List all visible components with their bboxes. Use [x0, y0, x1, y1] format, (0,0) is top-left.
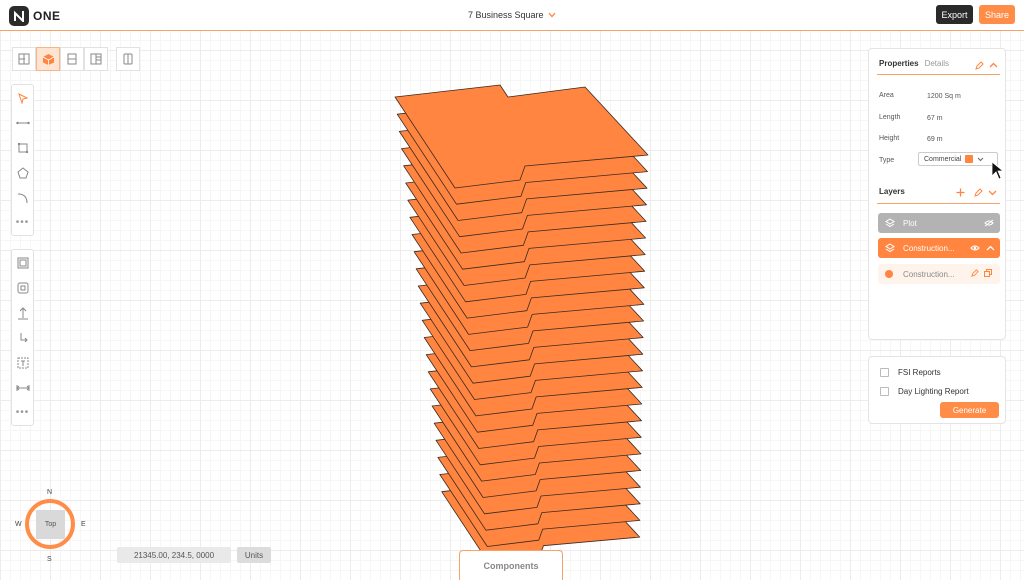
view-compass[interactable]: Top — [22, 496, 78, 552]
compass-west: W — [15, 521, 22, 528]
add-layer-icon[interactable] — [956, 188, 965, 197]
eye-off-icon[interactable] — [984, 219, 994, 227]
layer-label: Construction... — [903, 269, 955, 279]
area-value: 1200 Sq m — [927, 93, 961, 100]
height-label: Height — [879, 135, 900, 142]
edit-icon[interactable] — [975, 61, 984, 70]
layers-icon — [885, 243, 895, 253]
eye-icon[interactable] — [970, 244, 980, 252]
edit-icon[interactable] — [971, 269, 979, 277]
length-label: Length — [879, 114, 901, 121]
type-label: Type — [879, 157, 895, 164]
fsi-label: FSI Reports — [898, 368, 941, 377]
units-button[interactable]: Units — [237, 547, 271, 563]
type-value: Commercial — [924, 155, 962, 163]
chevron-up-icon[interactable] — [989, 62, 998, 68]
top-view-button[interactable]: Top — [36, 510, 65, 539]
fsi-report-option[interactable]: FSI Reports — [880, 368, 941, 377]
daylighting-checkbox[interactable] — [880, 387, 889, 396]
daylighting-label: Day Lighting Report — [898, 387, 969, 396]
layer-item-construction-child[interactable]: Construction... — [878, 264, 1000, 284]
type-color-swatch — [965, 155, 974, 163]
height-value: 69 m — [927, 136, 943, 143]
layer-item-plot[interactable]: Plot — [878, 213, 1000, 233]
reports-panel: FSI Reports Day Lighting Report Generate — [868, 356, 1006, 424]
compass-north: N — [47, 489, 53, 496]
area-label: Area — [879, 92, 894, 99]
layer-item-construction[interactable]: Construction... — [878, 238, 1000, 258]
tab-underline — [877, 74, 1000, 75]
chevron-up-icon[interactable] — [986, 245, 995, 251]
tab-details[interactable]: Details — [925, 59, 949, 68]
length-value: 67 m — [927, 115, 943, 122]
layer-label: Plot — [903, 218, 917, 228]
layer-dot — [885, 270, 893, 278]
generate-button[interactable]: Generate — [940, 402, 999, 418]
layer-label: Construction... — [903, 243, 955, 253]
compass-east: E — [81, 521, 86, 528]
chevron-down-icon[interactable] — [988, 190, 997, 196]
type-select[interactable]: Commercial — [918, 152, 998, 166]
copy-icon[interactable] — [984, 269, 992, 277]
layers-title: Layers — [879, 187, 905, 196]
tab-properties[interactable]: Properties — [879, 59, 919, 68]
layers-underline — [877, 203, 1000, 204]
properties-panel: Properties Details Area 1200 Sq m Length… — [868, 48, 1006, 340]
coordinates-readout: 21345.00, 234.5, 0000 — [117, 547, 231, 563]
edit-icon[interactable] — [974, 188, 983, 197]
mouse-cursor-icon — [991, 161, 1005, 180]
daylighting-report-option[interactable]: Day Lighting Report — [880, 387, 969, 396]
fsi-checkbox[interactable] — [880, 368, 889, 377]
layers-icon — [885, 218, 895, 228]
chevron-down-icon — [977, 157, 984, 161]
compass-south: S — [47, 556, 52, 563]
components-tab[interactable]: Components — [459, 550, 563, 580]
